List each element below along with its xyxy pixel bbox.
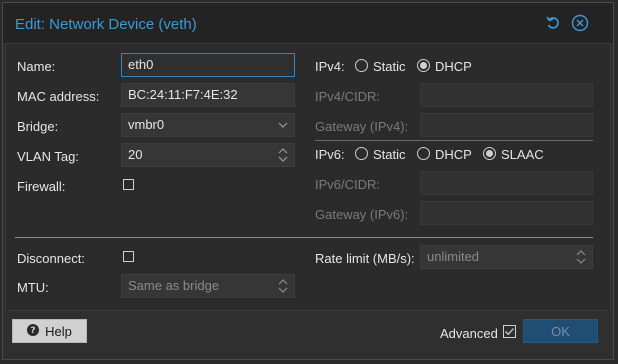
spinner-icon[interactable] (278, 275, 288, 297)
advanced-label: Advanced (440, 326, 498, 341)
gateway-ipv6-input[interactable] (420, 201, 593, 225)
spinner-icon[interactable] (278, 144, 288, 166)
ipv4-label: IPv4: (315, 59, 345, 74)
ipv6-static-radio[interactable] (355, 147, 368, 160)
ipv6-dhcp-label: DHCP (435, 147, 472, 162)
close-icon[interactable] (571, 14, 589, 32)
ipv4-dhcp-label: DHCP (435, 59, 472, 74)
ok-button[interactable]: OK (523, 319, 598, 343)
ipv6-label: IPv6: (315, 147, 345, 162)
vlan-tag-label: VLAN Tag: (17, 149, 79, 164)
mtu-label: MTU: (17, 280, 49, 295)
ipv6-cidr-input[interactable] (420, 171, 593, 195)
svg-text:?: ? (31, 326, 36, 336)
rate-limit-placeholder: unlimited (427, 249, 480, 264)
dialog-titlebar: Edit: Network Device (veth) (3, 3, 613, 43)
disconnect-label: Disconnect: (17, 251, 85, 266)
mac-address-label: MAC address: (17, 89, 100, 104)
help-button[interactable]: ? Help (12, 319, 87, 343)
ok-label: OK (551, 323, 570, 339)
vlan-tag-value: 20 (128, 147, 143, 162)
gateway-ipv6-label: Gateway (IPv6): (315, 207, 409, 222)
spinner-icon[interactable] (576, 246, 586, 268)
bridge-label: Bridge: (17, 119, 59, 134)
ip-section-divider (315, 140, 593, 141)
ipv6-cidr-label: IPv6/CIDR: (315, 177, 381, 192)
advanced-divider (15, 237, 593, 238)
bridge-select[interactable]: vmbr0 (121, 113, 295, 137)
firewall-checkbox[interactable] (123, 179, 134, 190)
rate-limit-input[interactable]: unlimited (420, 245, 593, 269)
mac-address-input[interactable]: BC:24:11:F7:4E:32 (121, 83, 295, 107)
question-circle-icon: ? (27, 323, 40, 339)
chevron-down-icon[interactable] (278, 114, 288, 136)
gateway-ipv4-label: Gateway (IPv4): (315, 119, 409, 134)
mac-address-value: BC:24:11:F7:4E:32 (128, 87, 238, 102)
firewall-label: Firewall: (17, 179, 66, 194)
mtu-placeholder: Same as bridge (128, 278, 220, 293)
gateway-ipv4-input[interactable] (420, 113, 593, 137)
ipv4-cidr-label: IPv4/CIDR: (315, 89, 381, 104)
ipv6-dhcp-radio[interactable] (417, 147, 430, 160)
name-value: eth0 (128, 57, 154, 72)
ipv6-slaac-label: SLAAC (501, 147, 544, 162)
dialog-title: Edit: Network Device (veth) (15, 16, 197, 33)
name-input[interactable]: eth0 (121, 53, 295, 77)
network-device-dialog: Edit: Network Device (veth) Name: eth0 M… (2, 2, 614, 360)
ipv6-slaac-radio[interactable] (483, 147, 496, 160)
mtu-input[interactable]: Same as bridge (121, 274, 295, 298)
ipv4-static-label: Static (373, 59, 406, 74)
help-label: Help (45, 323, 72, 339)
vlan-tag-stepper[interactable]: 20 (121, 143, 295, 167)
ipv4-cidr-input[interactable] (420, 83, 593, 107)
reset-icon[interactable] (544, 14, 562, 32)
ipv4-dhcp-radio[interactable] (417, 59, 430, 72)
name-label: Name: (17, 59, 56, 74)
rate-limit-label: Rate limit (MB/s): (315, 251, 415, 266)
ipv6-static-label: Static (373, 147, 406, 162)
bridge-value: vmbr0 (128, 117, 165, 132)
advanced-checkbox[interactable] (503, 325, 516, 338)
ipv4-static-radio[interactable] (355, 59, 368, 72)
disconnect-checkbox[interactable] (123, 251, 134, 262)
